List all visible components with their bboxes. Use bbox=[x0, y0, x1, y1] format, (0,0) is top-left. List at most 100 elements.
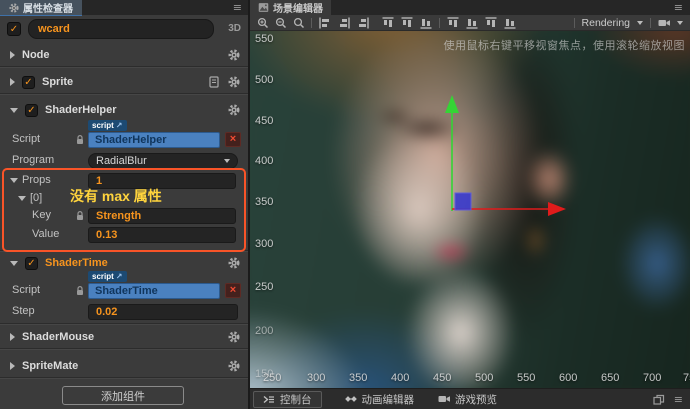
inspector-tab-title: 属性检查器 bbox=[23, 4, 73, 15]
gear-icon[interactable] bbox=[228, 49, 240, 61]
section-sprite-title: Sprite bbox=[42, 76, 74, 88]
script-badge-label: script bbox=[92, 121, 114, 130]
scene-toolbar: Rendering bbox=[250, 15, 690, 31]
tab-game-preview[interactable]: 游戏预览 bbox=[429, 391, 506, 408]
remove-script-button[interactable]: × bbox=[225, 283, 241, 298]
script-label: Script bbox=[12, 133, 41, 145]
shader-helper-script-row: Script ShaderHelper × bbox=[0, 132, 248, 148]
align-middle-icon[interactable] bbox=[401, 16, 413, 29]
distribute-edges-icon[interactable] bbox=[504, 17, 516, 29]
divider bbox=[0, 323, 248, 324]
gizmo-y-arrowhead-icon[interactable] bbox=[445, 95, 459, 113]
shader-helper-script-field[interactable]: ShaderHelper bbox=[88, 132, 220, 148]
props-label: Props bbox=[22, 174, 51, 186]
divider bbox=[0, 250, 248, 251]
value-row: Value 0.13 bbox=[0, 227, 248, 243]
zoom-reset-icon[interactable] bbox=[293, 17, 304, 28]
toolbar-separator bbox=[573, 17, 575, 28]
distribute-horizontal-icon[interactable] bbox=[447, 16, 459, 29]
shader-time-enabled-checkbox[interactable]: ✓ bbox=[25, 256, 38, 270]
gizmo-x-arrowhead-icon[interactable] bbox=[548, 202, 566, 216]
scene-viewport[interactable]: 使用鼠标右键平移视窗焦点，使用滚轮缩放视图 550 500 450 400 35… bbox=[250, 31, 690, 388]
align-bottom-icon[interactable] bbox=[420, 17, 432, 29]
editor-window: 属性检查器 ≡ ✓ wcard 3D Node ✓ Sprite ✓ Shade… bbox=[0, 0, 690, 409]
align-left-icon[interactable] bbox=[319, 16, 331, 29]
rendering-dropdown-label[interactable]: Rendering bbox=[582, 17, 630, 29]
zoom-out-icon[interactable] bbox=[275, 17, 286, 28]
align-top-icon[interactable] bbox=[382, 16, 394, 29]
program-label: Program bbox=[12, 154, 55, 166]
mode-3d-toggle[interactable]: 3D bbox=[228, 23, 241, 34]
scene-tab-title: 场景编辑器 bbox=[273, 4, 323, 15]
key-field[interactable]: Strength bbox=[88, 208, 236, 224]
lock-icon bbox=[76, 135, 84, 145]
program-select[interactable]: RadialBlur bbox=[88, 153, 238, 169]
gear-icon[interactable] bbox=[228, 360, 240, 372]
divider bbox=[0, 66, 248, 67]
divider bbox=[0, 348, 248, 349]
camera-icon[interactable] bbox=[658, 17, 670, 29]
section-shader-helper[interactable]: ✓ ShaderHelper bbox=[0, 101, 248, 119]
collapse-icon[interactable] bbox=[10, 178, 18, 183]
expand-icon bbox=[10, 333, 15, 341]
console-tab-label: 控制台 bbox=[280, 393, 312, 406]
section-node[interactable]: Node bbox=[0, 46, 248, 64]
collapse-icon[interactable] bbox=[18, 196, 26, 201]
section-sprite-mate[interactable]: SpriteMate bbox=[0, 357, 248, 375]
align-center-horizontal-icon[interactable] bbox=[338, 16, 350, 29]
menu-icon[interactable]: ≡ bbox=[674, 393, 683, 406]
divider bbox=[0, 377, 248, 378]
shader-helper-enabled-checkbox[interactable]: ✓ bbox=[25, 103, 38, 117]
align-right-icon[interactable] bbox=[357, 16, 369, 29]
animation-tab-label: 动画编辑器 bbox=[361, 393, 415, 406]
windows-restore-icon[interactable] bbox=[653, 394, 665, 406]
doc-icon[interactable] bbox=[208, 76, 220, 88]
tab-property-inspector[interactable]: 属性检查器 bbox=[0, 0, 82, 16]
script-label: Script bbox=[12, 284, 41, 296]
distribute-vertical-icon[interactable] bbox=[466, 17, 478, 29]
expand-icon bbox=[10, 362, 15, 370]
console-icon bbox=[263, 395, 275, 403]
collapse-icon bbox=[10, 260, 18, 266]
gear-icon[interactable] bbox=[228, 76, 240, 88]
zoom-in-icon[interactable] bbox=[257, 17, 268, 28]
shader-time-script-field[interactable]: ShaderTime bbox=[88, 283, 220, 299]
script-badge-label: script bbox=[92, 272, 114, 281]
remove-script-button[interactable]: × bbox=[225, 132, 241, 147]
annotation-text: 没有 max 属性 bbox=[70, 188, 162, 204]
section-shader-helper-title: ShaderHelper bbox=[45, 104, 117, 116]
distribute-center-icon[interactable] bbox=[485, 16, 497, 29]
tab-console[interactable]: 控制台 bbox=[253, 390, 322, 408]
value-label: Value bbox=[32, 228, 60, 240]
gear-icon[interactable] bbox=[228, 331, 240, 343]
section-sprite[interactable]: ✓ Sprite bbox=[0, 73, 248, 91]
tab-scene-editor[interactable]: 场景编辑器 bbox=[250, 0, 331, 15]
script-link-badge[interactable]: script ↗ bbox=[88, 120, 127, 131]
camera-icon bbox=[438, 396, 450, 402]
gear-icon[interactable] bbox=[228, 257, 240, 269]
panel-menu-icon[interactable]: ≡ bbox=[674, 1, 683, 14]
panel-menu-icon[interactable]: ≡ bbox=[233, 1, 242, 14]
section-node-title: Node bbox=[22, 49, 50, 61]
add-component-button[interactable]: 添加组件 bbox=[62, 386, 184, 405]
section-shader-mouse[interactable]: ShaderMouse bbox=[0, 328, 248, 346]
script-link-badge[interactable]: script ↗ bbox=[88, 271, 127, 282]
node-name-input[interactable]: wcard bbox=[28, 19, 214, 39]
key-row: Key Strength bbox=[0, 208, 248, 224]
sprite-enabled-checkbox[interactable]: ✓ bbox=[22, 75, 35, 89]
transform-gizmo[interactable] bbox=[250, 31, 690, 388]
tab-animation-editor[interactable]: 动画编辑器 bbox=[336, 391, 424, 408]
section-shader-time-title: ShaderTime bbox=[45, 257, 108, 269]
chevron-down-icon[interactable] bbox=[637, 20, 643, 25]
gizmo-origin-handle[interactable] bbox=[454, 192, 472, 211]
section-shader-time[interactable]: ✓ ShaderTime bbox=[0, 254, 248, 272]
node-active-checkbox[interactable]: ✓ bbox=[7, 22, 21, 36]
gear-icon[interactable] bbox=[228, 104, 240, 116]
step-label: Step bbox=[12, 305, 35, 317]
lock-icon bbox=[76, 211, 84, 221]
node-name-row: ✓ wcard 3D bbox=[0, 19, 248, 41]
chevron-down-icon[interactable] bbox=[677, 20, 683, 25]
value-field[interactable]: 0.13 bbox=[88, 227, 236, 243]
toolbar-separator bbox=[311, 17, 312, 28]
step-field[interactable]: 0.02 bbox=[88, 304, 238, 320]
